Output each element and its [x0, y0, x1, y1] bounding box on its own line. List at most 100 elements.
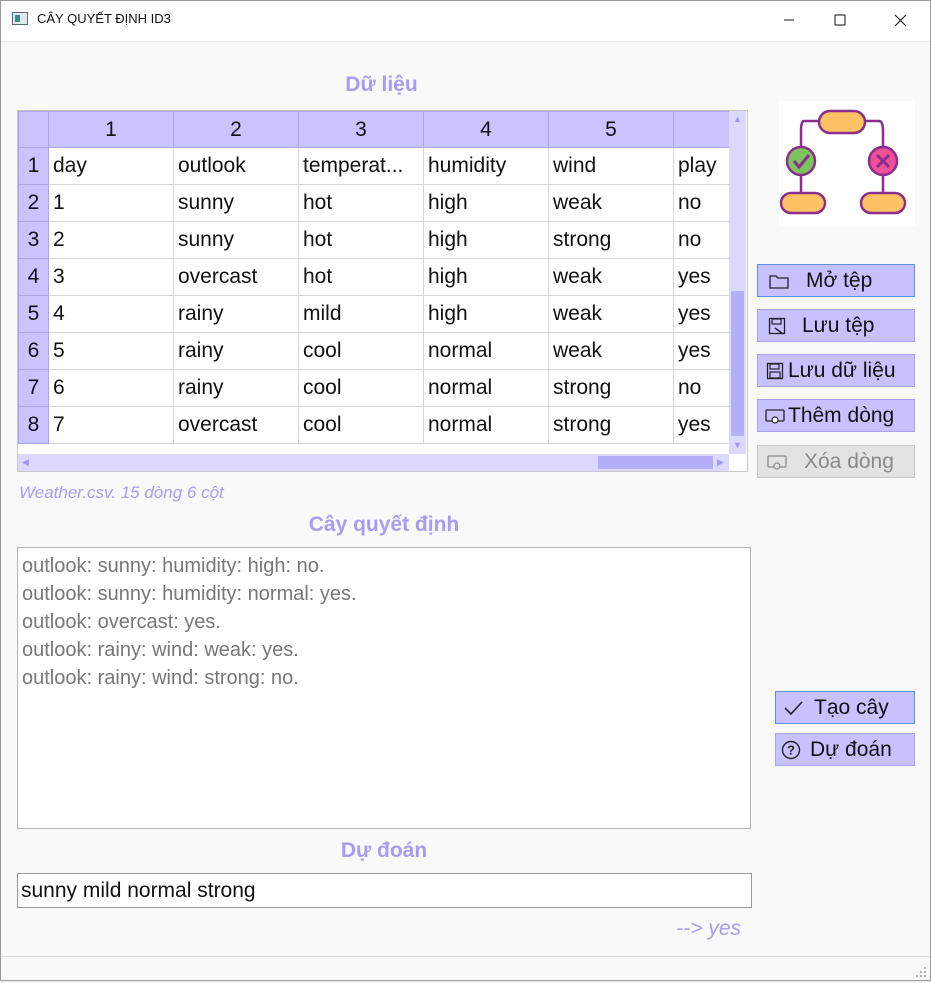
- table-cell[interactable]: no: [673, 184, 734, 222]
- horizontal-scroll-thumb[interactable]: [598, 456, 713, 469]
- save-data-button[interactable]: Lưu dữ liệu: [757, 354, 915, 387]
- table-cell[interactable]: wind: [548, 147, 674, 185]
- table-cell[interactable]: weak: [548, 332, 674, 370]
- table-row[interactable]: 8 7 overcast cool normal strong yes: [18, 406, 734, 444]
- save-file-button[interactable]: Lưu tệp: [757, 309, 915, 342]
- table-cell[interactable]: normal: [423, 369, 549, 407]
- table-row[interactable]: 1 day outlook temperat... humidity wind play: [18, 147, 734, 185]
- row-header[interactable]: 3: [18, 221, 49, 259]
- row-header[interactable]: 6: [18, 332, 49, 370]
- predict-input[interactable]: [17, 873, 752, 908]
- maximize-button[interactable]: [817, 1, 863, 39]
- table-cell[interactable]: 2: [48, 221, 174, 259]
- table-cell[interactable]: day: [48, 147, 174, 185]
- table-row[interactable]: 6 5 rainy cool normal weak yes: [18, 332, 734, 370]
- scroll-up-icon[interactable]: ▲: [733, 114, 742, 124]
- table-row[interactable]: 5 4 rainy mild high weak yes: [18, 295, 734, 333]
- table-cell[interactable]: strong: [548, 406, 674, 444]
- table-cell[interactable]: normal: [423, 406, 549, 444]
- table-row[interactable]: 4 3 overcast hot high weak yes: [18, 258, 734, 296]
- grid-corner[interactable]: [18, 111, 49, 148]
- open-file-button[interactable]: Mở tệp: [757, 264, 915, 297]
- table-cell[interactable]: hot: [298, 184, 424, 222]
- vertical-scroll-thumb[interactable]: [731, 291, 744, 436]
- window-title: CÂY QUYẾT ĐỊNH ID3: [37, 11, 171, 26]
- add-row-icon: [762, 408, 788, 424]
- minimize-button[interactable]: [766, 1, 812, 39]
- column-header[interactable]: [673, 111, 734, 148]
- add-row-button[interactable]: Thêm dòng: [757, 399, 915, 432]
- table-cell[interactable]: hot: [298, 221, 424, 259]
- table-cell[interactable]: no: [673, 369, 734, 407]
- predict-button[interactable]: ? Dự đoán: [775, 733, 915, 766]
- resize-grip-icon[interactable]: [915, 965, 927, 977]
- table-cell[interactable]: cool: [298, 406, 424, 444]
- table-cell[interactable]: weak: [548, 295, 674, 333]
- table-cell[interactable]: 4: [48, 295, 174, 333]
- scroll-down-icon[interactable]: ▼: [733, 440, 742, 450]
- table-cell[interactable]: cool: [298, 332, 424, 370]
- table-cell[interactable]: cool: [298, 369, 424, 407]
- table-cell[interactable]: weak: [548, 258, 674, 296]
- row-header[interactable]: 2: [18, 184, 49, 222]
- table-cell[interactable]: 3: [48, 258, 174, 296]
- table-cell[interactable]: no: [673, 221, 734, 259]
- table-cell[interactable]: strong: [548, 221, 674, 259]
- column-header[interactable]: 1: [48, 111, 174, 148]
- delete-row-button[interactable]: Xóa dòng: [757, 445, 915, 478]
- table-row[interactable]: 7 6 rainy cool normal strong no: [18, 369, 734, 407]
- tree-output[interactable]: outlook: sunny: humidity: high: no. outl…: [17, 547, 751, 829]
- minimize-icon: [784, 19, 794, 21]
- column-header[interactable]: 4: [423, 111, 549, 148]
- row-header[interactable]: 4: [18, 258, 49, 296]
- table-cell[interactable]: play: [673, 147, 734, 185]
- table-cell[interactable]: rainy: [173, 295, 299, 333]
- table-cell[interactable]: normal: [423, 332, 549, 370]
- horizontal-scrollbar[interactable]: ◀ ▶: [18, 454, 729, 471]
- table-cell[interactable]: weak: [548, 184, 674, 222]
- svg-text:?: ?: [787, 742, 795, 757]
- vertical-scrollbar[interactable]: ▲ ▼: [729, 111, 746, 454]
- table-cell[interactable]: overcast: [173, 258, 299, 296]
- table-cell[interactable]: high: [423, 184, 549, 222]
- table-cell[interactable]: 7: [48, 406, 174, 444]
- build-tree-button[interactable]: Tạo cây: [775, 691, 915, 724]
- table-cell[interactable]: rainy: [173, 332, 299, 370]
- column-header[interactable]: 3: [298, 111, 424, 148]
- table-cell[interactable]: high: [423, 295, 549, 333]
- table-cell[interactable]: outlook: [173, 147, 299, 185]
- row-header[interactable]: 5: [18, 295, 49, 333]
- table-row[interactable]: 3 2 sunny hot high strong no: [18, 221, 734, 259]
- data-grid[interactable]: 1 2 3 4 5 1 day outlook temperat... humidity…: [17, 110, 748, 472]
- remove-row-icon: [764, 454, 790, 470]
- row-header[interactable]: 7: [18, 369, 49, 407]
- table-cell[interactable]: 6: [48, 369, 174, 407]
- table-cell[interactable]: mild: [298, 295, 424, 333]
- save-as-icon: [764, 317, 790, 335]
- table-cell[interactable]: strong: [548, 369, 674, 407]
- column-header[interactable]: 2: [173, 111, 299, 148]
- row-header[interactable]: 1: [18, 147, 49, 185]
- table-cell[interactable]: yes: [673, 332, 734, 370]
- scroll-left-icon[interactable]: ◀: [22, 457, 29, 468]
- column-header[interactable]: 5: [548, 111, 674, 148]
- table-cell[interactable]: humidity: [423, 147, 549, 185]
- table-cell[interactable]: overcast: [173, 406, 299, 444]
- table-cell[interactable]: yes: [673, 258, 734, 296]
- table-cell[interactable]: sunny: [173, 184, 299, 222]
- table-row[interactable]: 2 1 sunny hot high weak no: [18, 184, 734, 222]
- table-cell[interactable]: rainy: [173, 369, 299, 407]
- table-cell[interactable]: temperat...: [298, 147, 424, 185]
- table-cell[interactable]: 5: [48, 332, 174, 370]
- table-cell[interactable]: hot: [298, 258, 424, 296]
- row-header[interactable]: 8: [18, 406, 49, 444]
- close-button[interactable]: [877, 1, 923, 39]
- table-cell[interactable]: high: [423, 221, 549, 259]
- table-cell[interactable]: yes: [673, 406, 734, 444]
- scroll-right-icon[interactable]: ▶: [717, 457, 724, 468]
- table-cell[interactable]: yes: [673, 295, 734, 333]
- table-cell[interactable]: 1: [48, 184, 174, 222]
- table-cell[interactable]: sunny: [173, 221, 299, 259]
- delete-row-label: Xóa dòng: [804, 449, 894, 473]
- table-cell[interactable]: high: [423, 258, 549, 296]
